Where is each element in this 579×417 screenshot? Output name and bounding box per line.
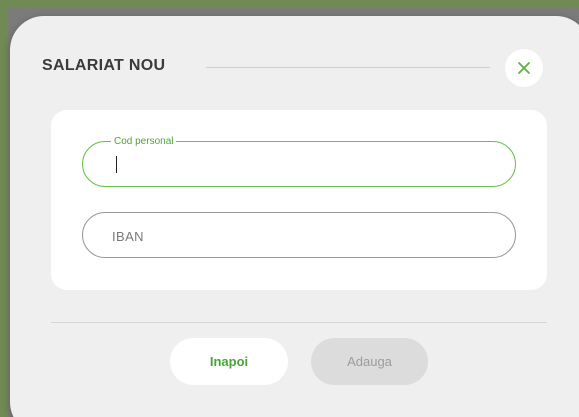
cod-personal-field[interactable] [82, 141, 516, 187]
background-edge-left [0, 0, 8, 417]
dialog-title: SALARIAT NOU [42, 57, 166, 74]
iban-placeholder: IBAN [112, 229, 144, 244]
background-edge-top [0, 0, 579, 8]
add-button[interactable]: Adauga [311, 338, 428, 385]
close-icon [518, 62, 530, 74]
back-button[interactable]: Inapoi [170, 338, 288, 385]
close-button[interactable] [505, 49, 543, 87]
title-divider [206, 67, 490, 68]
cod-personal-label: Cod personal [111, 136, 177, 147]
text-caret [116, 156, 117, 173]
iban-field[interactable] [82, 212, 516, 258]
footer-divider [51, 322, 547, 323]
